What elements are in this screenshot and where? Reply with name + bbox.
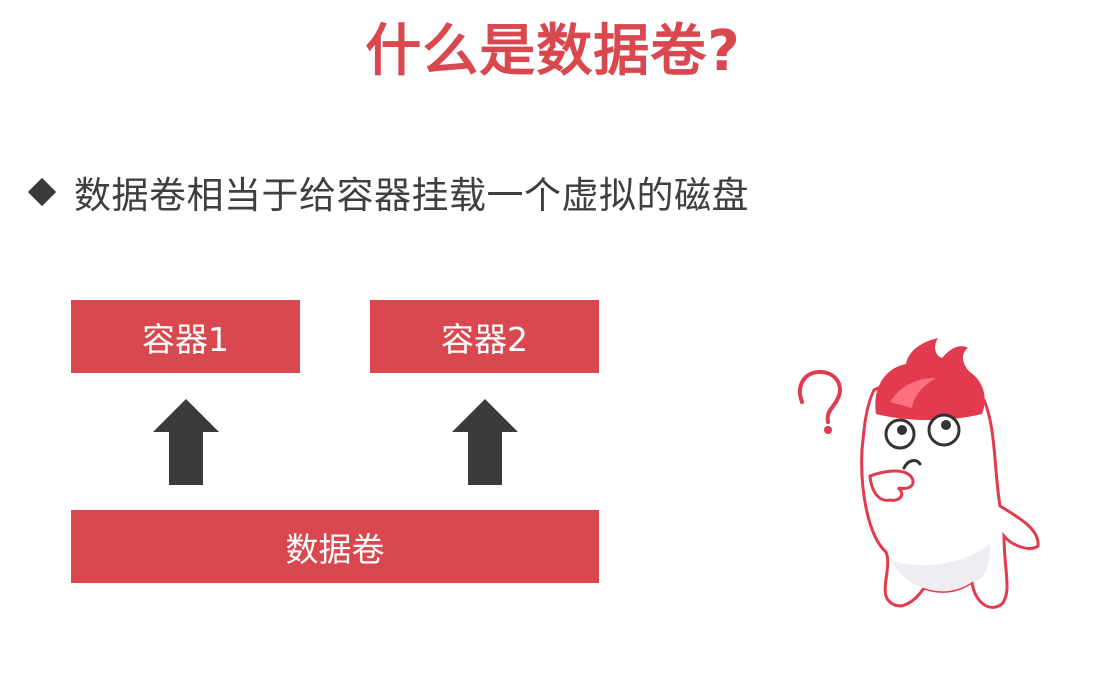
data-volume-box: 数据卷: [71, 510, 599, 583]
bullet-point: 数据卷相当于给容器挂载一个虚拟的磁盘: [24, 166, 749, 218]
up-arrow-icon: [153, 399, 219, 485]
bullet-text: 数据卷相当于给容器挂载一个虚拟的磁盘: [74, 174, 749, 217]
container-1-label: 容器1: [142, 319, 229, 359]
up-arrow-icon: [452, 399, 518, 485]
diamond-bullet-icon: [27, 177, 57, 207]
container-2-box: 容器2: [370, 300, 599, 373]
page-title: 什么是数据卷?: [365, 19, 741, 84]
container-2-label: 容器2: [441, 319, 528, 359]
data-volume-label: 数据卷: [285, 529, 385, 569]
container-1-box: 容器1: [71, 300, 300, 373]
confused-mascot-icon: [798, 338, 1040, 609]
